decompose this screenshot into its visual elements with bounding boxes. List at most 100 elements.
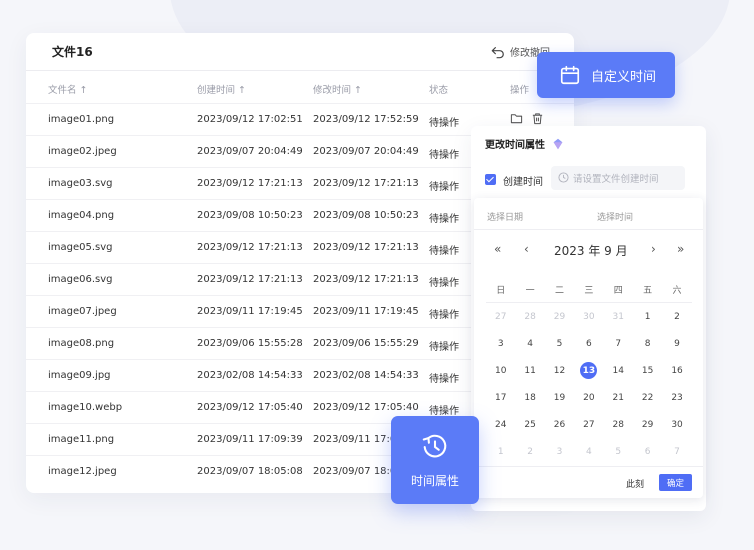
table-header: 文件名 ↑ 创建时间 ↑ 修改时间 ↑ 状态 操作 (26, 71, 574, 103)
tab-select-time[interactable]: 选择时间 (597, 210, 633, 223)
day-cell[interactable]: 18 (515, 384, 544, 411)
prev-year-icon[interactable]: « (494, 242, 501, 256)
day-number: 3 (497, 338, 504, 349)
day-number: 11 (524, 365, 536, 376)
created-time-cell: 2023/09/08 10:50:23 (197, 210, 303, 221)
file-name-cell: image12.jpeg (48, 466, 117, 477)
day-cell[interactable]: 7 (604, 330, 633, 357)
day-cell[interactable]: 30 (662, 411, 691, 438)
now-button[interactable]: 此刻 (626, 477, 644, 490)
folder-icon[interactable] (510, 112, 523, 125)
day-cell[interactable]: 22 (633, 384, 662, 411)
file-name-cell: image09.jpg (48, 370, 111, 381)
day-cell[interactable]: 11 (515, 357, 544, 384)
file-name-cell: image06.svg (48, 274, 113, 285)
status-cell: 待操作 (429, 246, 459, 257)
gem-icon (553, 138, 563, 149)
created-time-checkbox[interactable] (485, 174, 496, 185)
day-cell[interactable]: 28 (515, 303, 544, 330)
day-cell[interactable]: 27 (486, 303, 515, 330)
day-number: 2 (527, 446, 533, 457)
confirm-button[interactable]: 确定 (659, 474, 692, 491)
created-time-input[interactable]: 请设置文件创建时间 (551, 166, 685, 190)
column-modified[interactable]: 修改时间 ↑ (313, 82, 362, 96)
day-cell[interactable]: 26 (545, 411, 574, 438)
panel-title: 更改时间属性 (485, 136, 565, 151)
modified-time-cell: 2023/09/12 17:21:13 (313, 178, 419, 189)
day-cell[interactable]: 5 (545, 330, 574, 357)
prev-month-icon[interactable]: ‹ (524, 242, 529, 256)
day-number: 7 (615, 338, 622, 349)
card-header: 文件16 修改撤回 (26, 33, 574, 71)
day-cell[interactable]: 1 (633, 303, 662, 330)
status-cell: 待操作 (429, 310, 459, 321)
day-cell[interactable]: 16 (662, 357, 691, 384)
day-number: 16 (671, 365, 683, 376)
day-number: 6 (644, 446, 651, 457)
day-number: 27 (494, 311, 507, 322)
day-cell[interactable]: 30 (574, 303, 603, 330)
next-month-icon[interactable]: › (651, 242, 656, 256)
undo-icon (491, 46, 504, 58)
custom-time-badge: 自定义时间 (537, 52, 675, 98)
day-cell[interactable]: 29 (545, 303, 574, 330)
status-cell: 待操作 (429, 278, 459, 289)
panel-title-text: 更改时间属性 (485, 140, 545, 151)
modified-time-cell: 2023/09/06 15:55:29 (313, 338, 419, 349)
day-cell[interactable]: 1 (486, 438, 515, 465)
day-cell[interactable]: 6 (574, 330, 603, 357)
day-number: 12 (553, 365, 566, 376)
file-name-cell: image01.png (48, 114, 115, 125)
day-cell[interactable]: 19 (545, 384, 574, 411)
column-created[interactable]: 创建时间 ↑ (197, 82, 246, 96)
next-year-icon[interactable]: » (677, 242, 684, 256)
day-cell[interactable]: 27 (574, 411, 603, 438)
created-time-label: 创建时间 (503, 177, 543, 188)
day-cell-selected[interactable]: 13 (574, 357, 603, 384)
created-time-cell: 2023/09/12 17:21:13 (197, 274, 303, 285)
day-cell[interactable]: 6 (633, 438, 662, 465)
day-cell[interactable]: 4 (515, 330, 544, 357)
day-cell[interactable]: 21 (604, 384, 633, 411)
day-number: 4 (527, 338, 533, 349)
day-cell[interactable]: 29 (633, 411, 662, 438)
day-cell[interactable]: 17 (486, 384, 515, 411)
created-time-cell: 2023/09/12 17:05:40 (197, 402, 303, 413)
file-name-cell: image03.svg (48, 178, 113, 189)
day-cell[interactable]: 24 (486, 411, 515, 438)
day-cell[interactable]: 23 (662, 384, 691, 411)
day-cell[interactable]: 31 (604, 303, 633, 330)
day-number: 24 (494, 419, 507, 430)
day-cell[interactable]: 2 (515, 438, 544, 465)
day-number: 29 (553, 311, 566, 322)
file-name-cell: image02.jpeg (48, 146, 117, 157)
day-number: 22 (641, 392, 654, 403)
file-name-cell: image07.jpeg (48, 306, 117, 317)
modified-time-cell: 2023/09/12 17:21:13 (313, 242, 419, 253)
modified-time-cell: 2023/09/07 18:0 (313, 466, 397, 477)
day-cell[interactable]: 12 (545, 357, 574, 384)
created-time-cell: 2023/02/08 14:54:33 (197, 370, 303, 381)
day-cell[interactable]: 15 (633, 357, 662, 384)
day-cell[interactable]: 5 (604, 438, 633, 465)
day-cell[interactable]: 3 (545, 438, 574, 465)
day-number: 5 (615, 446, 622, 457)
tab-select-date[interactable]: 选择日期 (487, 210, 523, 223)
day-cell[interactable]: 4 (574, 438, 603, 465)
time-attribute-badge: 时间属性 (391, 416, 479, 504)
day-cell[interactable]: 9 (662, 330, 691, 357)
day-cell[interactable]: 3 (486, 330, 515, 357)
day-cell[interactable]: 14 (604, 357, 633, 384)
day-cell[interactable]: 28 (604, 411, 633, 438)
day-cell[interactable]: 25 (515, 411, 544, 438)
column-name[interactable]: 文件名 ↑ (48, 82, 87, 96)
day-cell[interactable]: 20 (574, 384, 603, 411)
day-cell[interactable]: 10 (486, 357, 515, 384)
day-number: 21 (612, 392, 624, 403)
day-cell[interactable]: 8 (633, 330, 662, 357)
day-number: 10 (494, 365, 507, 376)
trash-icon[interactable] (531, 112, 544, 125)
day-cell[interactable]: 2 (662, 303, 691, 330)
created-time-cell: 2023/09/12 17:21:13 (197, 242, 303, 253)
day-cell[interactable]: 7 (662, 438, 691, 465)
